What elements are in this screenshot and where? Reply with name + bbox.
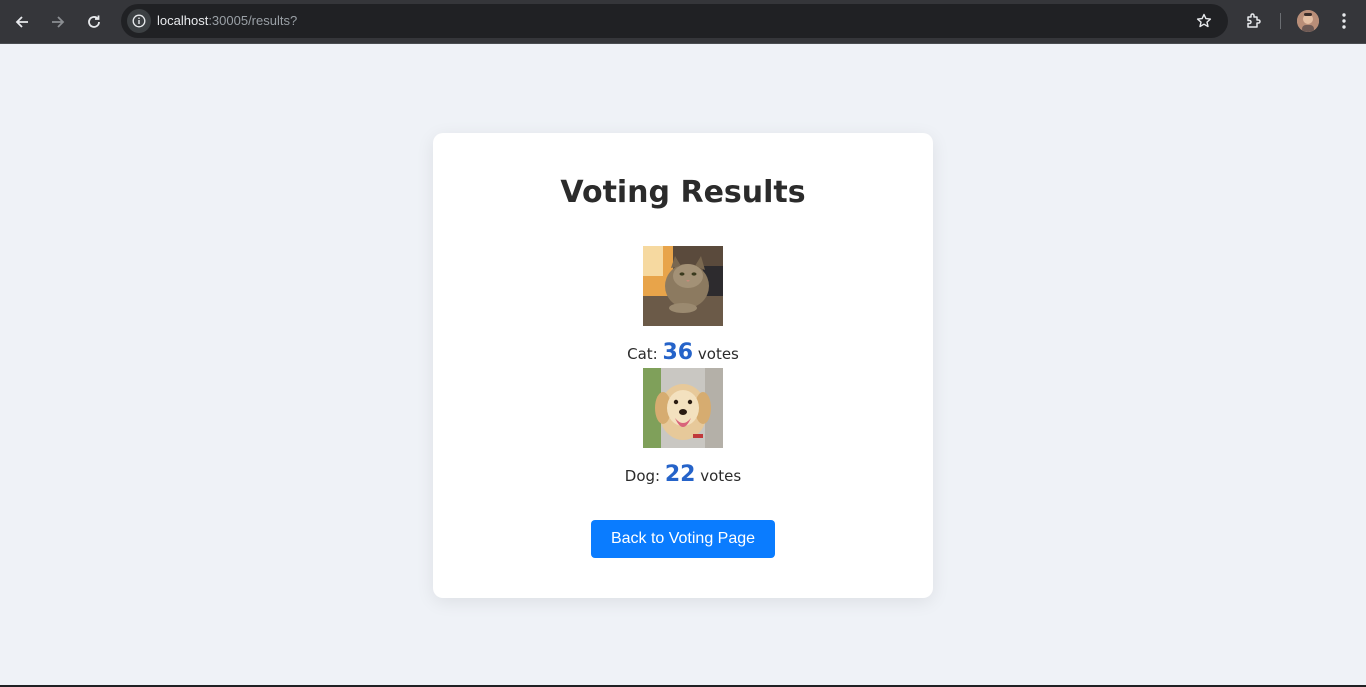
browser-toolbar: localhost:30005/results? (0, 0, 1366, 44)
site-info-icon[interactable] (127, 9, 151, 33)
forward-arrow-icon[interactable] (44, 8, 72, 36)
dog-image (643, 368, 723, 448)
profile-avatar[interactable] (1297, 10, 1319, 32)
dog-votes-suffix: votes (695, 467, 742, 485)
extensions-icon[interactable] (1242, 9, 1266, 33)
cat-label: Cat: (627, 345, 663, 363)
dog-result: Dog: 22 votes (433, 462, 933, 487)
reload-icon[interactable] (80, 8, 108, 36)
dog-vote-count: 22 (664, 462, 696, 487)
cat-votes-suffix: votes (693, 345, 739, 363)
url-host: localhost (157, 13, 209, 28)
toolbar-divider (1280, 13, 1281, 29)
cat-result: Cat: 36 votes (433, 340, 933, 365)
cat-image (643, 246, 723, 326)
cat-vote-count: 36 (662, 340, 694, 365)
dog-label: Dog: (624, 467, 665, 485)
more-menu-icon[interactable] (1334, 9, 1354, 33)
address-bar[interactable]: localhost:30005/results? (121, 4, 1228, 38)
url-text[interactable]: localhost:30005/results? (157, 13, 297, 28)
back-to-voting-button[interactable]: Back to Voting Page (591, 520, 775, 558)
bookmark-star-icon[interactable] (1194, 11, 1214, 31)
url-path: :30005/results? (208, 13, 298, 28)
page-title: Voting Results (560, 175, 806, 210)
back-arrow-icon[interactable] (8, 8, 36, 36)
